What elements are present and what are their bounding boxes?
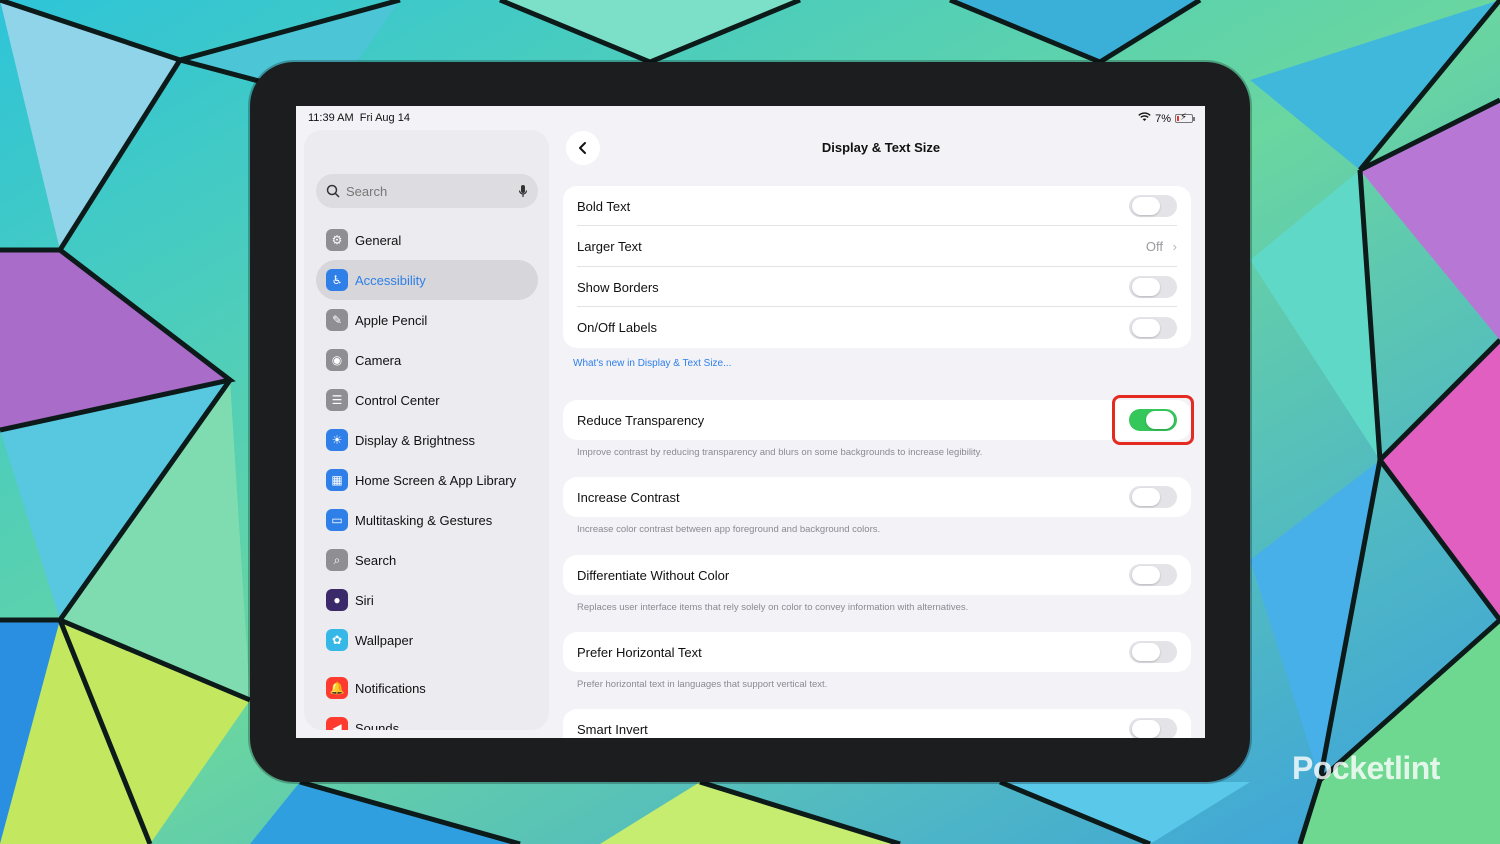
speaker-icon: ◀ (326, 717, 348, 730)
setting-group-prefer-horizontal-text: Prefer Horizontal Text (563, 632, 1191, 672)
setting-footer: Increase color contrast between app fore… (577, 524, 881, 535)
sidebar-item-home-screen-app-library[interactable]: ▦ Home Screen & App Library (316, 460, 538, 500)
bell-icon: 🔔 (326, 677, 348, 699)
sidebar-item-multitasking-gestures[interactable]: ▭ Multitasking & Gestures (316, 500, 538, 540)
text-options-group: Bold Text Larger Text Off › Show Borders On/O… (563, 186, 1191, 348)
row-differentiate-without-color[interactable]: Differentiate Without Color (563, 555, 1191, 595)
whats-new-link[interactable]: What's new in Display & Text Size... (573, 358, 731, 369)
sidebar-item-label: Notifications (355, 680, 426, 696)
sidebar-item-siri[interactable]: ● Siri (316, 580, 538, 620)
status-bar-right: 7% ⚡ (1138, 112, 1195, 125)
setting-footer: Prefer horizontal text in languages that… (577, 679, 828, 690)
setting-footer: Improve contrast by reducing transparenc… (577, 447, 983, 458)
row-label: Prefer Horizontal Text (577, 644, 702, 660)
row-prefer-horizontal-text[interactable]: Prefer Horizontal Text (563, 632, 1191, 672)
watermark-logo: Pocketlint (1292, 750, 1440, 786)
setting-group-reduce-transparency: Reduce Transparency (563, 400, 1191, 440)
row-label: Differentiate Without Color (577, 567, 730, 583)
sidebar-item-wallpaper[interactable]: ✿ Wallpaper (316, 620, 538, 660)
control-center-icon: ☰ (326, 389, 348, 411)
chevron-right-icon: › (1172, 239, 1177, 254)
search-icon: ⌕ (326, 549, 348, 571)
accessibility-icon: ♿ (326, 269, 348, 291)
toggle-switch[interactable] (1129, 718, 1177, 738)
page-title: Display & Text Size (821, 140, 941, 155)
toggle-switch[interactable] (1129, 564, 1177, 586)
siri-icon: ● (326, 589, 348, 611)
row-bold-text[interactable]: Bold Text (563, 186, 1191, 226)
row-reduce-transparency[interactable]: Reduce Transparency (563, 400, 1191, 440)
sidebar-item-label: Accessibility (355, 272, 426, 288)
wallpaper-icon: ✿ (326, 629, 348, 651)
sidebar-item-label: Siri (355, 592, 374, 608)
sidebar-item-search[interactable]: ⌕ Search (316, 540, 538, 580)
row-smart-invert[interactable]: Smart Invert (563, 709, 1191, 738)
sidebar-item-apple-pencil[interactable]: ✎ Apple Pencil (316, 300, 538, 340)
toggle-switch[interactable] (1129, 316, 1177, 339)
brightness-icon: ☀ (326, 429, 348, 451)
row-show-borders[interactable]: Show Borders (563, 267, 1191, 307)
row-label: Reduce Transparency (577, 412, 705, 428)
sidebar-item-general[interactable]: ⚙ General (316, 220, 538, 260)
sidebar-item-label: Apple Pencil (355, 312, 428, 328)
back-button[interactable] (566, 131, 600, 165)
status-bar-time: 11:39 AM Fri Aug 14 (308, 112, 410, 124)
pencil-icon: ✎ (326, 309, 348, 331)
gear-icon: ⚙ (326, 229, 348, 251)
settings-sidebar: Search ⚙ General ♿ Accessibility ✎ Apple Penc… (304, 130, 549, 730)
search-placeholder: Search (346, 183, 388, 199)
toggle-switch[interactable] (1129, 486, 1177, 508)
sidebar-item-label: Wallpaper (355, 632, 414, 648)
row-larger-text[interactable]: Larger Text Off › (563, 227, 1191, 267)
sidebar-item-label: Multitasking & Gestures (355, 512, 493, 528)
sidebar-item-label: Home Screen & App Library (355, 472, 517, 488)
row-label: Increase Contrast (577, 489, 680, 505)
wifi-icon (1138, 112, 1151, 125)
sidebar-search-field[interactable]: Search (316, 174, 538, 208)
row-increase-contrast[interactable]: Increase Contrast (563, 477, 1191, 517)
row-on-off-labels[interactable]: On/Off Labels (563, 308, 1191, 348)
row-label: Bold Text (577, 198, 631, 214)
sidebar-item-label: General (355, 232, 402, 248)
toggle-switch[interactable] (1129, 195, 1177, 217)
highlight-box (1112, 395, 1194, 445)
sidebar-item-control-center[interactable]: ☰ Control Center (316, 380, 538, 420)
sidebar-item-sounds[interactable]: ◀ Sounds (316, 708, 538, 730)
setting-footer: Replaces user interface items that rely … (577, 602, 969, 613)
time-text: 11:39 AM (308, 112, 354, 124)
date-text: Fri Aug 14 (359, 112, 410, 124)
ipad-screen: 11:39 AM Fri Aug 14 7% ⚡ Search ⚙ General… (296, 106, 1205, 738)
sidebar-item-label: Sounds (355, 720, 400, 731)
row-label: Smart Invert (577, 721, 648, 737)
toggle-switch[interactable] (1129, 641, 1177, 663)
sidebar-item-label: Display & Brightness (355, 432, 475, 448)
sidebar-item-notifications[interactable]: 🔔 Notifications (316, 668, 538, 708)
sidebar-item-camera[interactable]: ◉ Camera (316, 340, 538, 380)
sidebar-item-label: Search (355, 552, 397, 568)
setting-group-smart-invert: Smart Invert (563, 709, 1191, 738)
sidebar-item-label: Camera (355, 352, 402, 368)
row-label: On/Off Labels (577, 320, 657, 335)
setting-group-increase-contrast: Increase Contrast (563, 477, 1191, 517)
home-screen-icon: ▦ (326, 469, 348, 491)
chevron-left-icon (579, 142, 586, 154)
microphone-icon[interactable] (518, 184, 528, 198)
row-value: Off (1145, 239, 1163, 254)
search-icon (326, 184, 340, 198)
toggle-switch[interactable] (1129, 276, 1177, 298)
sidebar-item-display-brightness[interactable]: ☀ Display & Brightness (316, 420, 538, 460)
battery-icon: ⚡ (1175, 112, 1195, 123)
setting-group-differentiate-without-color: Differentiate Without Color (563, 555, 1191, 595)
sidebar-item-accessibility[interactable]: ♿ Accessibility (316, 260, 538, 300)
battery-percent: 7% (1155, 112, 1171, 125)
multitasking-icon: ▭ (326, 509, 348, 531)
row-label: Larger Text (577, 239, 642, 254)
row-label: Show Borders (577, 279, 659, 295)
sidebar-item-label: Control Center (355, 392, 440, 408)
camera-icon: ◉ (326, 349, 348, 371)
